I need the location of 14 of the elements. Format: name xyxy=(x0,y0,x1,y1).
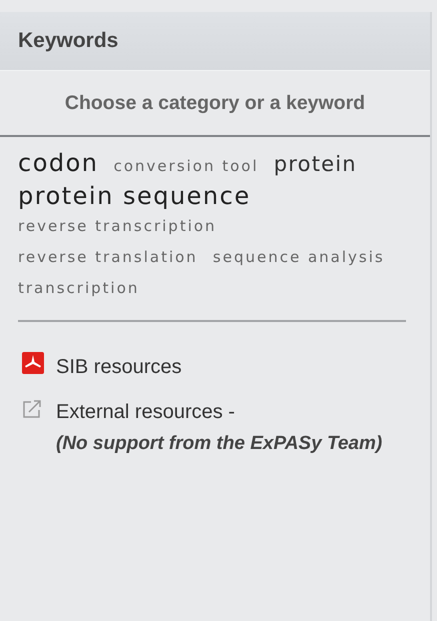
logo-icon xyxy=(22,352,44,374)
panel-subtitle: Choose a category or a keyword xyxy=(64,92,366,114)
keyword-link[interactable]: reverse transcription xyxy=(18,216,217,235)
resource-link[interactable]: SIB resources xyxy=(56,352,396,383)
keyword-link[interactable]: sequence analysis xyxy=(212,248,385,266)
keyword-link[interactable]: reverse translation xyxy=(18,248,198,266)
keyword-link[interactable]: transcription xyxy=(18,278,140,297)
panel-title: Keywords xyxy=(0,12,430,70)
keyword-link[interactable]: protein sequence xyxy=(18,182,251,210)
keyword-link[interactable]: protein xyxy=(274,152,357,176)
resource-note: (No support from the ExPASy Team) xyxy=(56,432,384,456)
resource-link[interactable]: External resources - xyxy=(56,396,396,428)
keyword-link[interactable]: codon xyxy=(18,149,99,177)
keyword-link[interactable]: conversion tool xyxy=(114,157,259,175)
